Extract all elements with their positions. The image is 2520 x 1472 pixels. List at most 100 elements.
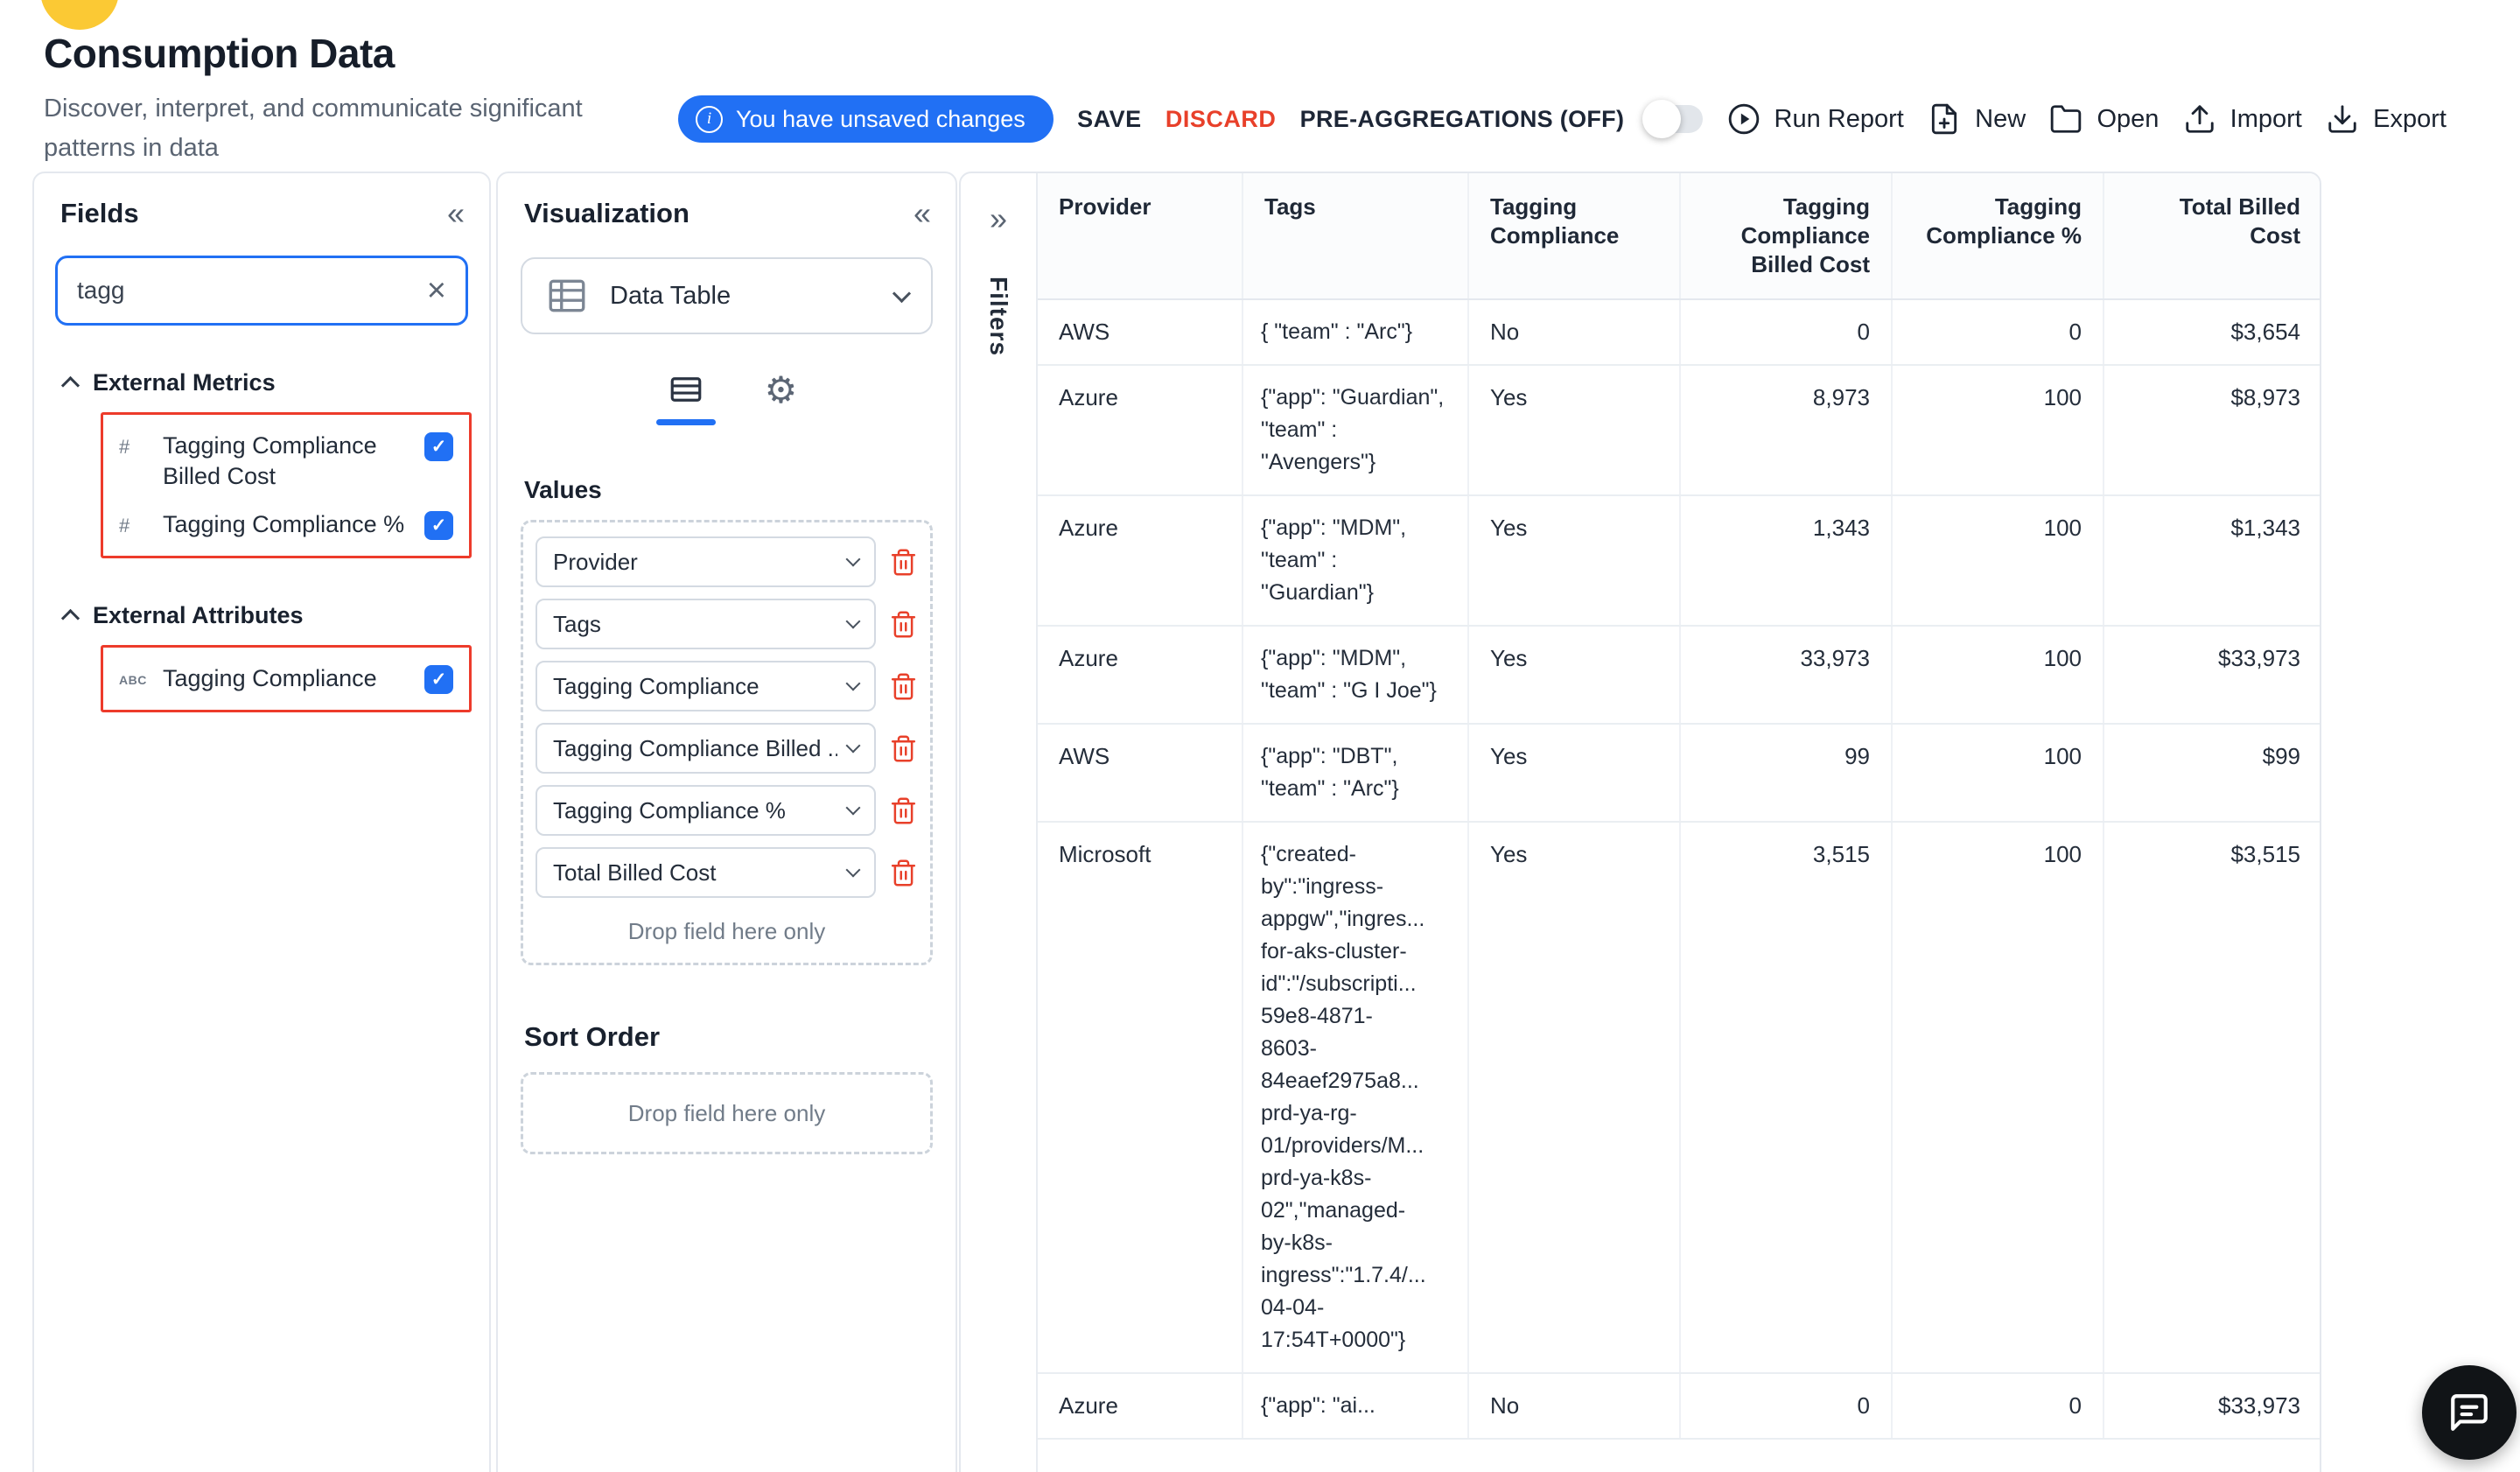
fields-panel: Fields « × External Metrics # Tagging Co… bbox=[32, 172, 491, 1472]
gear-icon: ⚙ bbox=[764, 369, 798, 410]
cell-tagging-compliance: Yes bbox=[1468, 822, 1681, 1374]
values-drop-zone[interactable]: Provider Tags Tagging Compliance Tagging… bbox=[521, 520, 933, 965]
table-row[interactable]: AWS {"app": "DBT", "team" : "Arc"} Yes 9… bbox=[1038, 724, 2320, 823]
expand-filters-button[interactable]: » bbox=[990, 203, 1007, 235]
save-button[interactable]: SAVE bbox=[1077, 106, 1142, 133]
cell-tagging-compliance: Yes bbox=[1468, 626, 1681, 725]
cell-tagging-compliance-pct: 100 bbox=[1892, 495, 2104, 627]
value-field-tags[interactable]: Tags bbox=[536, 599, 876, 649]
info-icon: i bbox=[696, 105, 723, 133]
cell-tags: { "team" : "Arc"} bbox=[1242, 299, 1469, 366]
field-item-tagging-compliance-pct[interactable]: # Tagging Compliance % ✓ bbox=[112, 501, 460, 549]
fields-search-input[interactable] bbox=[77, 277, 427, 305]
cell-tagging-compliance-billed-cost: 99 bbox=[1680, 724, 1893, 823]
table-row[interactable]: Azure {"app": "MDM", "team" : "Guardian"… bbox=[1038, 495, 2320, 627]
unsaved-changes-badge: i You have unsaved changes bbox=[678, 95, 1054, 143]
cell-total-billed-cost: $99 bbox=[2104, 724, 2320, 823]
discard-button[interactable]: DISCARD bbox=[1166, 106, 1277, 133]
value-field-row: Tags bbox=[536, 599, 918, 649]
cell-tagging-compliance: Yes bbox=[1468, 365, 1681, 496]
new-button[interactable]: New bbox=[1928, 102, 2026, 136]
field-item-tagging-compliance-billed-cost[interactable]: # Tagging Compliance Billed Cost ✓ bbox=[112, 422, 460, 501]
table-row[interactable]: Azure {"app": "MDM", "team" : "G I Joe"}… bbox=[1038, 626, 2320, 725]
column-header-total-billed-cost[interactable]: Total Billed Cost bbox=[2104, 173, 2320, 300]
preaggregations-control: PRE-AGGREGATIONS (OFF) bbox=[1300, 100, 1704, 138]
filters-strip: » Filters bbox=[961, 173, 1038, 1472]
run-report-button[interactable]: Run Report bbox=[1727, 102, 1904, 136]
cell-tags: {"app": "MDM", "team" : "Guardian"} bbox=[1242, 495, 1469, 627]
trash-icon[interactable] bbox=[889, 734, 918, 763]
cell-tags: {"app": "DBT", "team" : "Arc"} bbox=[1242, 724, 1469, 823]
column-header-tagging-compliance-pct[interactable]: Tagging Compliance % bbox=[1892, 173, 2104, 300]
field-checkbox[interactable]: ✓ bbox=[424, 665, 453, 694]
toggle-knob bbox=[1642, 100, 1682, 138]
field-checkbox[interactable]: ✓ bbox=[424, 511, 453, 540]
field-item-label: Tagging Compliance % bbox=[163, 511, 405, 537]
table-view-icon bbox=[670, 377, 701, 402]
value-field-tagging-compliance-pct[interactable]: Tagging Compliance % bbox=[536, 785, 876, 836]
external-metrics-section-header[interactable]: External Metrics bbox=[34, 369, 489, 396]
field-item-tagging-compliance[interactable]: ABC Tagging Compliance ✓ bbox=[112, 655, 460, 703]
sort-order-drop-zone[interactable]: Drop field here only bbox=[521, 1072, 933, 1154]
open-label: Open bbox=[2096, 104, 2160, 133]
chat-icon bbox=[2451, 1394, 2488, 1431]
filters-panel-label[interactable]: Filters bbox=[984, 277, 1012, 356]
sort-order-label: Sort Order bbox=[524, 1021, 661, 1052]
cell-tagging-compliance: No bbox=[1468, 299, 1681, 366]
cell-tags: {"app": "Guardian", "team" : "Avengers"} bbox=[1242, 365, 1469, 496]
trash-icon[interactable] bbox=[889, 548, 918, 577]
trash-icon[interactable] bbox=[889, 610, 918, 639]
cell-tagging-compliance: Yes bbox=[1468, 724, 1681, 823]
value-field-provider[interactable]: Provider bbox=[536, 536, 876, 587]
fields-search-box: × bbox=[55, 256, 468, 326]
chat-button[interactable] bbox=[2422, 1365, 2516, 1460]
preaggregations-toggle[interactable] bbox=[1642, 100, 1704, 138]
table-row[interactable]: Microsoft {"created- by":"ingress- appgw… bbox=[1038, 822, 2320, 1374]
value-field-tagging-compliance[interactable]: Tagging Compliance bbox=[536, 661, 876, 711]
field-checkbox[interactable]: ✓ bbox=[424, 432, 453, 461]
cell-total-billed-cost: $3,515 bbox=[2104, 822, 2320, 1374]
external-attributes-section-header[interactable]: External Attributes bbox=[34, 602, 489, 629]
numeric-field-icon: # bbox=[119, 436, 130, 458]
cell-tagging-compliance-billed-cost: 0 bbox=[1680, 299, 1893, 366]
collapse-visualization-panel-button[interactable]: « bbox=[914, 198, 931, 229]
trash-icon[interactable] bbox=[889, 796, 918, 825]
value-field-row: Provider bbox=[536, 536, 918, 587]
app-logo[interactable] bbox=[40, 0, 119, 30]
collapse-fields-panel-button[interactable]: « bbox=[447, 198, 465, 229]
column-header-tagging-compliance[interactable]: Tagging Compliance bbox=[1468, 173, 1681, 300]
value-field-label: Total Billed Cost bbox=[553, 859, 717, 886]
visualization-type-select[interactable]: Data Table bbox=[521, 257, 933, 334]
cell-provider: Azure bbox=[1038, 495, 1243, 627]
text-field-icon: ABC bbox=[119, 673, 147, 687]
clear-search-icon[interactable]: × bbox=[427, 274, 446, 307]
tab-table-view[interactable] bbox=[655, 371, 716, 425]
trash-icon[interactable] bbox=[889, 859, 918, 887]
column-header-tagging-compliance-billed-cost[interactable]: Tagging Compliance Billed Cost bbox=[1680, 173, 1893, 300]
open-button[interactable]: Open bbox=[2049, 102, 2159, 136]
column-header-tags[interactable]: Tags bbox=[1242, 173, 1469, 300]
table-row[interactable]: Azure {"app": "Guardian", "team" : "Aven… bbox=[1038, 365, 2320, 496]
data-table: Provider Tags Tagging Compliance Tagging… bbox=[1038, 173, 2320, 1472]
cell-tags: {"app": "ai... bbox=[1242, 1373, 1469, 1440]
table-row[interactable]: AWS { "team" : "Arc"} No 0 0 $3,654 bbox=[1038, 299, 2320, 366]
visualization-tabs: ⚙ bbox=[498, 371, 956, 425]
sort-order-drop-hint: Drop field here only bbox=[627, 1099, 826, 1126]
external-metrics-section: External Metrics # Tagging Compliance Bi… bbox=[34, 369, 489, 558]
values-drop-hint: Drop field here only bbox=[627, 918, 826, 944]
export-label: Export bbox=[2373, 104, 2446, 133]
column-header-provider[interactable]: Provider bbox=[1038, 173, 1243, 300]
table-row[interactable]: Azure {"app": "ai... No 0 0 $33,973 bbox=[1038, 1373, 2320, 1440]
cell-tagging-compliance: Yes bbox=[1468, 495, 1681, 627]
cell-provider: Azure bbox=[1038, 626, 1243, 725]
value-field-tagging-compliance-billed-cost[interactable]: Tagging Compliance Billed ... bbox=[536, 723, 876, 774]
field-item-label: Tagging Compliance bbox=[163, 665, 377, 691]
value-field-total-billed-cost[interactable]: Total Billed Cost bbox=[536, 847, 876, 898]
trash-icon[interactable] bbox=[889, 672, 918, 701]
import-button[interactable]: Import bbox=[2183, 102, 2302, 136]
cell-tagging-compliance-pct: 100 bbox=[1892, 822, 2104, 1374]
cell-tagging-compliance-pct: 100 bbox=[1892, 365, 2104, 496]
export-button[interactable]: Export bbox=[2326, 102, 2446, 136]
cell-tagging-compliance-billed-cost: 1,343 bbox=[1680, 495, 1893, 627]
tab-settings[interactable]: ⚙ bbox=[765, 371, 798, 410]
